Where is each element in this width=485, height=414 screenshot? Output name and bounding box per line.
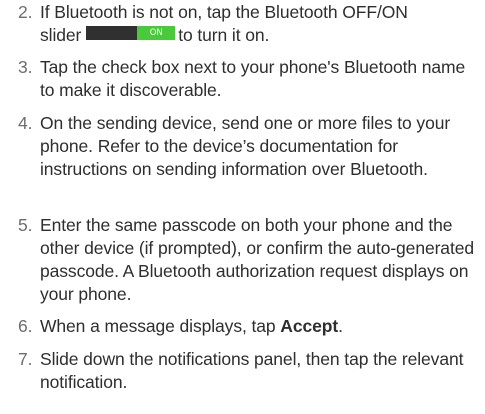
step-5: 5. Enter the same passcode on both your … (18, 214, 480, 306)
step-text: When a message displays, tap Accept. (40, 315, 480, 338)
step-text: Tap the check box next to your phone's B… (40, 57, 466, 100)
step-number: 3. (18, 57, 33, 77)
step-number: 5. (18, 215, 33, 235)
step-number: 4. (18, 113, 33, 133)
step-3: 3. Tap the check box next to your phone'… (18, 56, 480, 102)
step-text: Enter the same passcode on both your pho… (40, 215, 474, 304)
step-7: 7. Slide down the notifications panel, t… (18, 348, 480, 394)
step-number: 2. (18, 2, 33, 22)
step-text-line-1: If Bluetooth is not on, tap the Bluetoot… (40, 2, 408, 22)
step-text: Slide down the notifications panel, then… (40, 349, 464, 392)
step-4: 4. On the sending device, send one or mo… (18, 112, 480, 181)
step-number: 7. (18, 349, 33, 369)
step-text-end: . (338, 316, 343, 336)
step-6: 6. When a message displays, tap Accept. (18, 315, 480, 338)
accept-keyword: Accept (280, 316, 339, 336)
step-2: 2. If Bluetooth is not on, tap the Bluet… (18, 1, 480, 47)
slider-on-label: ON (137, 26, 176, 40)
step-number: 6. (18, 316, 33, 336)
step-text-start: When a message displays, tap (40, 316, 276, 336)
step-text: On the sending device, send one or more … (40, 113, 451, 179)
bluetooth-toggle-slider-icon: ON (86, 26, 176, 40)
step-text: If Bluetooth is not on, tap the Bluetoot… (40, 1, 480, 47)
step-text-line-2-end: to turn it on. (178, 25, 270, 45)
step-text-line-2-start: slider (40, 25, 82, 45)
